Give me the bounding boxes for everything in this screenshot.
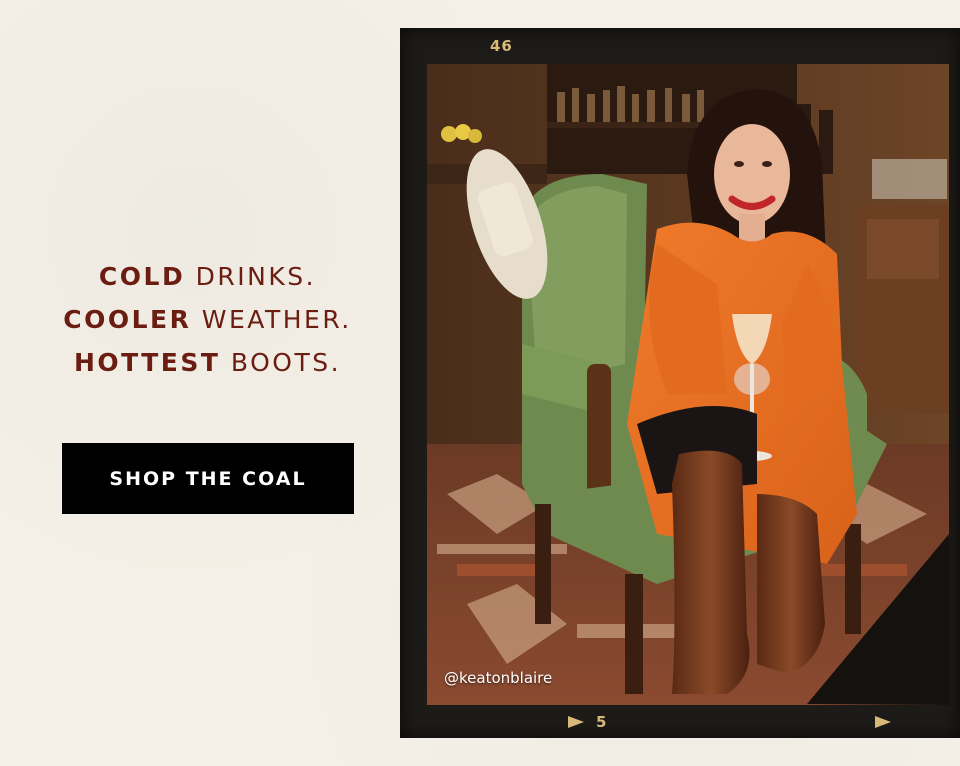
shop-the-coal-button[interactable]: SHOP THE COAL [62, 443, 354, 514]
headline-line-2-bold: COOLER [63, 305, 192, 334]
headline: COLD DRINKS. COOLER WEATHER. HOTTEST BOO… [40, 255, 375, 384]
headline-line-2-light: WEATHER. [191, 305, 352, 334]
film-arrow-icon [568, 716, 584, 728]
film-frame-number-top: 46 [490, 37, 513, 55]
headline-line-2: COOLER WEATHER. [40, 298, 375, 341]
photo-credit-handle: @keatonblaire [444, 669, 553, 687]
headline-line-1-light: DRINKS. [185, 262, 317, 291]
headline-line-1: COLD DRINKS. [40, 255, 375, 298]
headline-line-1-bold: COLD [98, 262, 186, 291]
photo-woman-in-chair-illustration [427, 64, 949, 705]
film-frame: 46 @keatonblaire 5 [400, 28, 960, 738]
film-frame-number-bottom: 5 [596, 713, 608, 731]
headline-line-3-light: BOOTS. [220, 348, 342, 377]
headline-line-3: HOTTEST BOOTS. [40, 341, 375, 384]
headline-line-3-bold: HOTTEST [73, 348, 221, 377]
lifestyle-photo[interactable]: @keatonblaire [427, 64, 949, 705]
film-arrow-icon [875, 716, 891, 728]
